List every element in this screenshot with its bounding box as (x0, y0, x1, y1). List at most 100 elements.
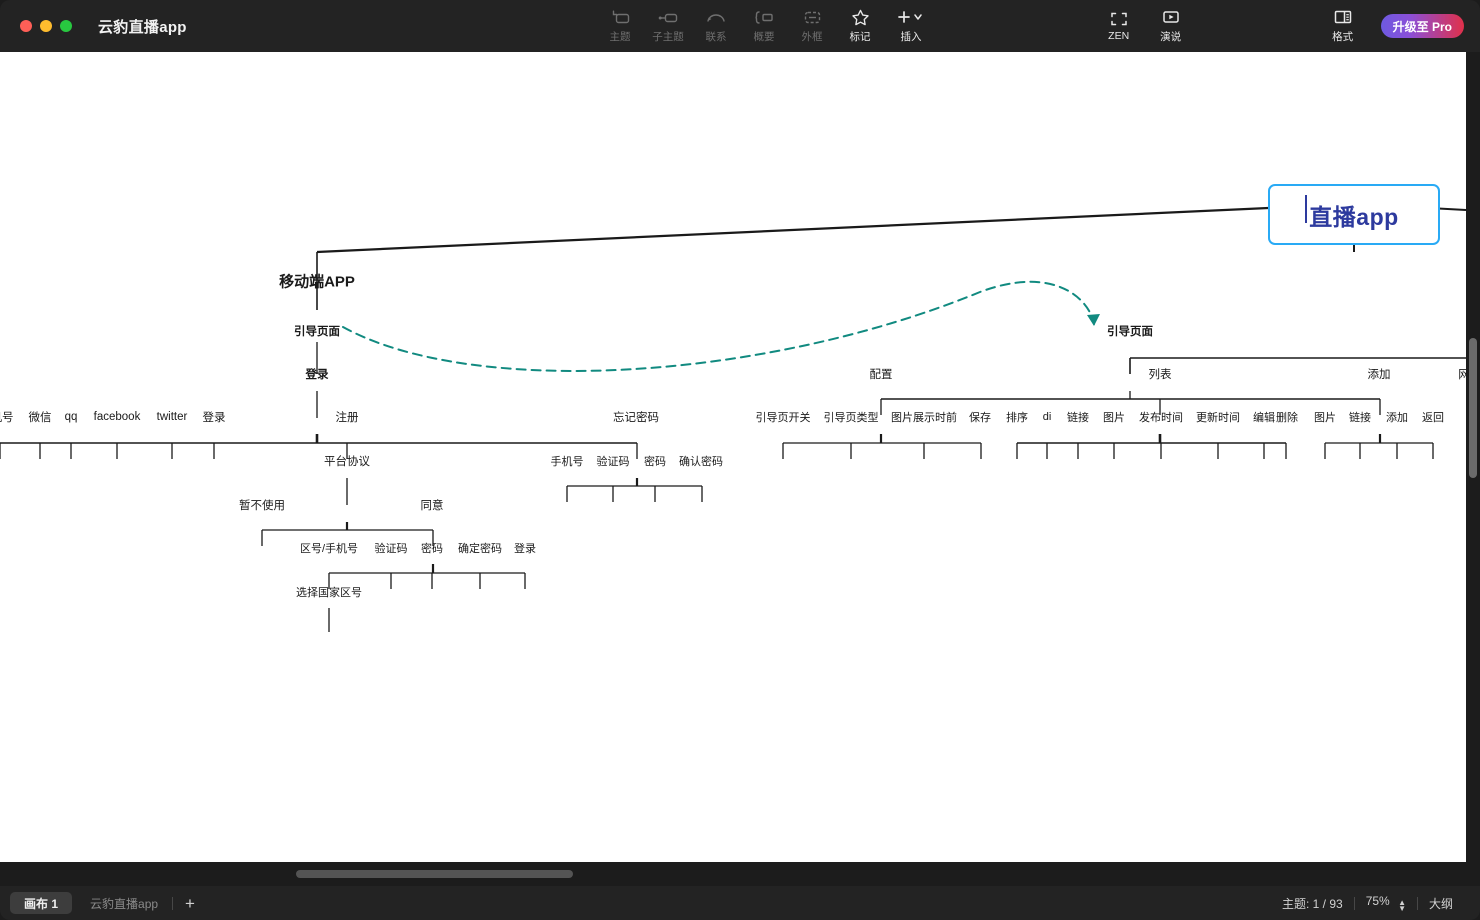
mindmap-canvas[interactable]: 直播app 移动端APP 引导页面 登录 机号 微信 qq facebook t… (0, 52, 1466, 862)
toolbar-subtopic-label: 子主题 (652, 30, 684, 43)
plus-icon (896, 9, 926, 26)
node-config[interactable]: 配置 (870, 366, 893, 382)
node-save[interactable]: 保存 (969, 409, 991, 425)
star-icon (851, 9, 870, 26)
toolbar-zen-label: ZEN (1108, 30, 1130, 42)
toolbar-relation[interactable]: 联系 (692, 0, 740, 52)
node-guide-type[interactable]: 引导页类型 (824, 409, 879, 425)
toolbar-right: ZEN 演说 格式 升级至 Pro (1091, 0, 1480, 52)
close-button[interactable] (20, 20, 32, 32)
node-update-time[interactable]: 更新时间 (1196, 409, 1240, 425)
node-forgot-phone[interactable]: 手机号 (551, 453, 584, 469)
node-add[interactable]: 添加 (1368, 366, 1391, 382)
node-login[interactable]: 登录 (306, 366, 329, 382)
vertical-scrollbar[interactable] (1466, 52, 1480, 862)
node-agree-code[interactable]: 验证码 (375, 540, 408, 556)
toolbar-summary[interactable]: 概要 (740, 0, 788, 52)
node-platform-agreement[interactable]: 平台协议 (324, 453, 370, 469)
minimize-button[interactable] (40, 20, 52, 32)
horizontal-scrollbar-thumb[interactable] (296, 870, 573, 878)
node-forgot-pwd[interactable]: 忘记密码 (613, 409, 659, 425)
node-delete[interactable]: 删除 (1276, 409, 1298, 425)
toolbar-topic[interactable]: 主题 (596, 0, 644, 52)
play-icon (1161, 9, 1181, 26)
node-forgot-pass[interactable]: 密码 (644, 453, 666, 469)
toolbar-zen[interactable]: ZEN (1091, 0, 1147, 52)
node-add-add[interactable]: 添加 (1386, 409, 1408, 425)
root-node-label: 直播app (1305, 194, 1398, 232)
node-add-link[interactable]: 链接 (1349, 409, 1371, 425)
toolbar-summary-label: 概要 (753, 30, 775, 43)
node-select-country[interactable]: 选择国家区号 (296, 584, 362, 600)
outline-button[interactable]: 大纲 (1418, 895, 1464, 912)
topic-icon (611, 9, 630, 26)
node-guide-left[interactable]: 引导页面 (294, 323, 340, 339)
toolbar-present[interactable]: 演说 (1147, 0, 1195, 52)
toolbar-relation-label: 联系 (705, 30, 727, 43)
node-image-duration[interactable]: 图片展示时前 (891, 409, 957, 425)
node-agree-login[interactable]: 登录 (514, 540, 536, 556)
node-list[interactable]: 列表 (1149, 366, 1172, 382)
title-bar: 云豹直播app 主题 子主题 联系 概要 外框 标记 插入 ZEN 演说 格式 … (0, 0, 1480, 52)
node-agree[interactable]: 同意 (421, 497, 444, 513)
mindmap-connectors (0, 202, 1466, 632)
toolbar-center: 主题 子主题 联系 概要 外框 标记 插入 (596, 0, 938, 52)
zoom-button[interactable] (60, 20, 72, 32)
node-areacode-phone[interactable]: 区号/手机号 (300, 540, 358, 556)
toolbar-present-label: 演说 (1160, 30, 1182, 43)
toolbar-insert[interactable]: 插入 (884, 0, 938, 52)
node-guide-switch[interactable]: 引导页开关 (756, 409, 811, 425)
root-node[interactable]: 直播app (1268, 184, 1440, 245)
zoom-control[interactable]: 75% ▲ ▼ (1355, 894, 1417, 913)
node-wechat[interactable]: 微信 (29, 409, 52, 425)
subtopic-icon (658, 9, 679, 26)
node-agree-pass[interactable]: 密码 (421, 540, 443, 556)
node-guide-right[interactable]: 引导页面 (1107, 323, 1153, 339)
node-edit[interactable]: 编辑 (1253, 409, 1275, 425)
format-icon (1333, 9, 1353, 26)
node-facebook[interactable]: facebook (94, 411, 141, 423)
node-agree-confirm[interactable]: 确定密码 (458, 540, 502, 556)
window-controls (20, 20, 72, 32)
toolbar-format[interactable]: 格式 (1319, 0, 1367, 52)
topic-count: 主题: 1 / 93 (1281, 896, 1343, 911)
canvas-tab[interactable]: 画布 1 (10, 892, 73, 914)
toolbar-boundary[interactable]: 外框 (788, 0, 836, 52)
sheet-name[interactable]: 云豹直播app (90, 895, 158, 912)
node-forgot-code[interactable]: 验证码 (597, 453, 630, 469)
vertical-scrollbar-thumb[interactable] (1469, 338, 1477, 478)
node-publish-time[interactable]: 发布时间 (1139, 409, 1183, 425)
boundary-icon (803, 9, 822, 26)
node-add-back[interactable]: 返回 (1422, 409, 1444, 425)
node-twitter[interactable]: twitter (157, 411, 188, 423)
node-di[interactable]: di (1043, 411, 1052, 423)
add-sheet-button[interactable]: + (185, 895, 195, 912)
status-bar: 画布 1 云豹直播app + 主题: 1 / 93 75% ▲ ▼ 大纲 (0, 886, 1480, 920)
stepper-icon[interactable]: ▲ ▼ (1398, 899, 1406, 913)
relation-icon (706, 9, 726, 26)
status-bar-right: 主题: 1 / 93 75% ▲ ▼ 大纲 (1271, 894, 1464, 913)
node-phone[interactable]: 机号 (0, 409, 14, 425)
node-qq[interactable]: qq (65, 411, 78, 423)
toolbar-boundary-label: 外框 (801, 30, 823, 43)
node-link[interactable]: 链接 (1067, 409, 1089, 425)
node-forgot-confirm[interactable]: 确认密码 (679, 453, 723, 469)
node-image[interactable]: 图片 (1103, 409, 1125, 425)
upgrade-pro-button[interactable]: 升级至 Pro (1380, 14, 1464, 38)
toolbar-format-label: 格式 (1332, 30, 1354, 43)
document-title: 云豹直播app (98, 18, 187, 36)
node-login-leaf[interactable]: 登录 (203, 409, 226, 425)
node-web[interactable]: 网 (1458, 366, 1466, 382)
toolbar-marker[interactable]: 标记 (836, 0, 884, 52)
horizontal-scrollbar[interactable] (0, 862, 1466, 886)
status-divider (172, 896, 174, 910)
node-mobile-app[interactable]: 移动端APP (279, 271, 355, 292)
toolbar-insert-label: 插入 (900, 30, 922, 43)
toolbar-subtopic[interactable]: 子主题 (644, 0, 692, 52)
zoom-level-label: 75% (1365, 894, 1390, 908)
node-register[interactable]: 注册 (336, 409, 359, 425)
node-sort[interactable]: 排序 (1006, 409, 1028, 425)
relation-connector (342, 280, 1100, 372)
node-add-image[interactable]: 图片 (1314, 409, 1336, 425)
node-not-use[interactable]: 暂不使用 (239, 497, 285, 513)
